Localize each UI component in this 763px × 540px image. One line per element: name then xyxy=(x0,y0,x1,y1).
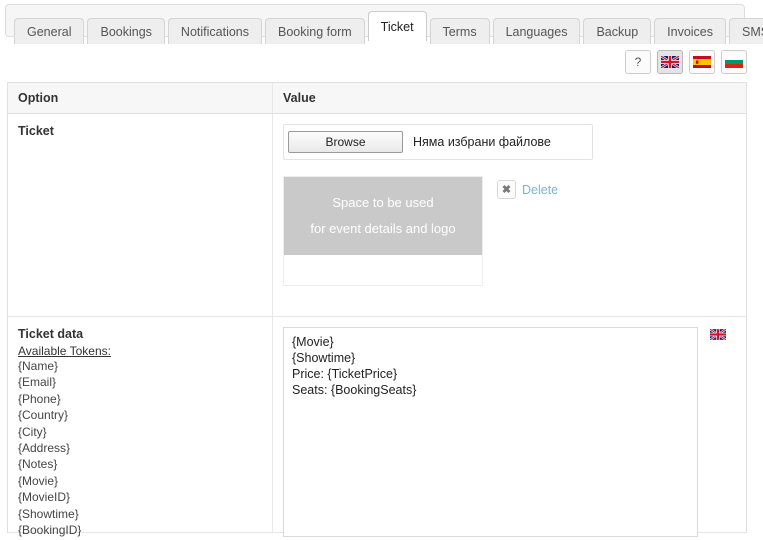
help-label: ? xyxy=(634,55,642,69)
language-toolbar: ? xyxy=(625,50,747,74)
flag-bulgaria-button[interactable] xyxy=(721,50,747,74)
tab-backup[interactable]: Backup xyxy=(583,18,652,44)
delete-link[interactable]: Delete xyxy=(522,183,558,197)
token-item: {Address} xyxy=(18,441,71,456)
column-header-option: Option xyxy=(8,83,273,113)
tab-invoices[interactable]: Invoices xyxy=(654,18,727,44)
ticket-data-label: Ticket data xyxy=(18,327,84,341)
ticket-data-value-cell xyxy=(273,317,746,537)
token-item: {MovieID} xyxy=(18,490,71,505)
flag-uk-icon xyxy=(661,56,679,68)
textarea-wrapper xyxy=(283,327,736,540)
ticket-label: Ticket xyxy=(18,124,54,138)
tab-bar: General Bookings Notifications Booking form… xyxy=(5,4,763,44)
help-button[interactable]: ? xyxy=(625,50,651,74)
token-item: {Movie} xyxy=(18,473,59,488)
tab-notifications[interactable]: Notifications xyxy=(167,18,263,44)
table-header-row: Option Value xyxy=(8,83,746,114)
column-header-value: Value xyxy=(283,91,316,105)
token-item: {Country} xyxy=(18,408,69,423)
tab-strip: General Bookings Notifications Booking form… xyxy=(6,5,763,44)
tab-ticket[interactable]: Ticket xyxy=(367,11,427,41)
token-item: {Notes} xyxy=(18,457,58,472)
token-item: {Name} xyxy=(18,359,59,373)
tab-languages[interactable]: Languages xyxy=(492,18,581,44)
file-status-text: Няма избрани файлове xyxy=(413,135,551,149)
ticket-preview-image: Space to be used for event details and l… xyxy=(284,177,482,255)
table-row-ticket-data: Ticket data Available Tokens: {Name} {Ema… xyxy=(8,317,746,537)
tab-sms[interactable]: SMS xyxy=(729,18,763,44)
preview-text-line2: for event details and logo xyxy=(310,221,456,236)
tab-bookings[interactable]: Bookings xyxy=(87,18,165,44)
available-tokens-list: {Name} {Email} {Phone} {Country} {City} {Addr… xyxy=(18,358,262,538)
tab-general[interactable]: General xyxy=(14,18,85,44)
ticket-preview-box: Space to be used for event details and l… xyxy=(283,176,483,286)
browse-button[interactable]: Browse xyxy=(288,131,403,153)
table-row-ticket: Ticket Browse Няма избрани файлове Space… xyxy=(8,114,746,317)
ticket-delete-area: ✖ Delete xyxy=(497,180,558,199)
ticket-option-cell: Ticket xyxy=(8,114,273,316)
token-item: {BookingID} xyxy=(18,523,82,538)
flag-bulgaria-icon xyxy=(725,56,743,68)
flag-spain-icon xyxy=(693,56,711,68)
token-item: {City} xyxy=(18,424,47,439)
token-item: {Showtime} xyxy=(18,506,79,521)
flag-uk-icon xyxy=(710,329,726,340)
ticket-data-option-cell: Ticket data Available Tokens: {Name} {Ema… xyxy=(8,317,273,537)
ticket-file-input[interactable]: Browse Няма избрани файлове xyxy=(283,124,593,160)
token-item: {Email} xyxy=(18,375,57,390)
ticket-data-textarea[interactable] xyxy=(283,327,698,537)
preview-text-line1: Space to be used xyxy=(332,195,434,210)
tab-terms[interactable]: Terms xyxy=(429,18,490,44)
flag-spain-button[interactable] xyxy=(689,50,715,74)
token-item: {Phone} xyxy=(18,391,61,406)
tab-booking-form[interactable]: Booking form xyxy=(265,18,365,44)
settings-table: Option Value Ticket Browse Няма избрани … xyxy=(7,82,747,537)
close-icon[interactable]: ✖ xyxy=(497,180,516,199)
available-tokens-heading: Available Tokens: xyxy=(18,344,111,358)
flag-uk-button[interactable] xyxy=(657,50,683,74)
ticket-preview-area: Space to be used for event details and l… xyxy=(283,176,736,286)
ticket-value-cell: Browse Няма избрани файлове Space to be … xyxy=(273,114,746,316)
